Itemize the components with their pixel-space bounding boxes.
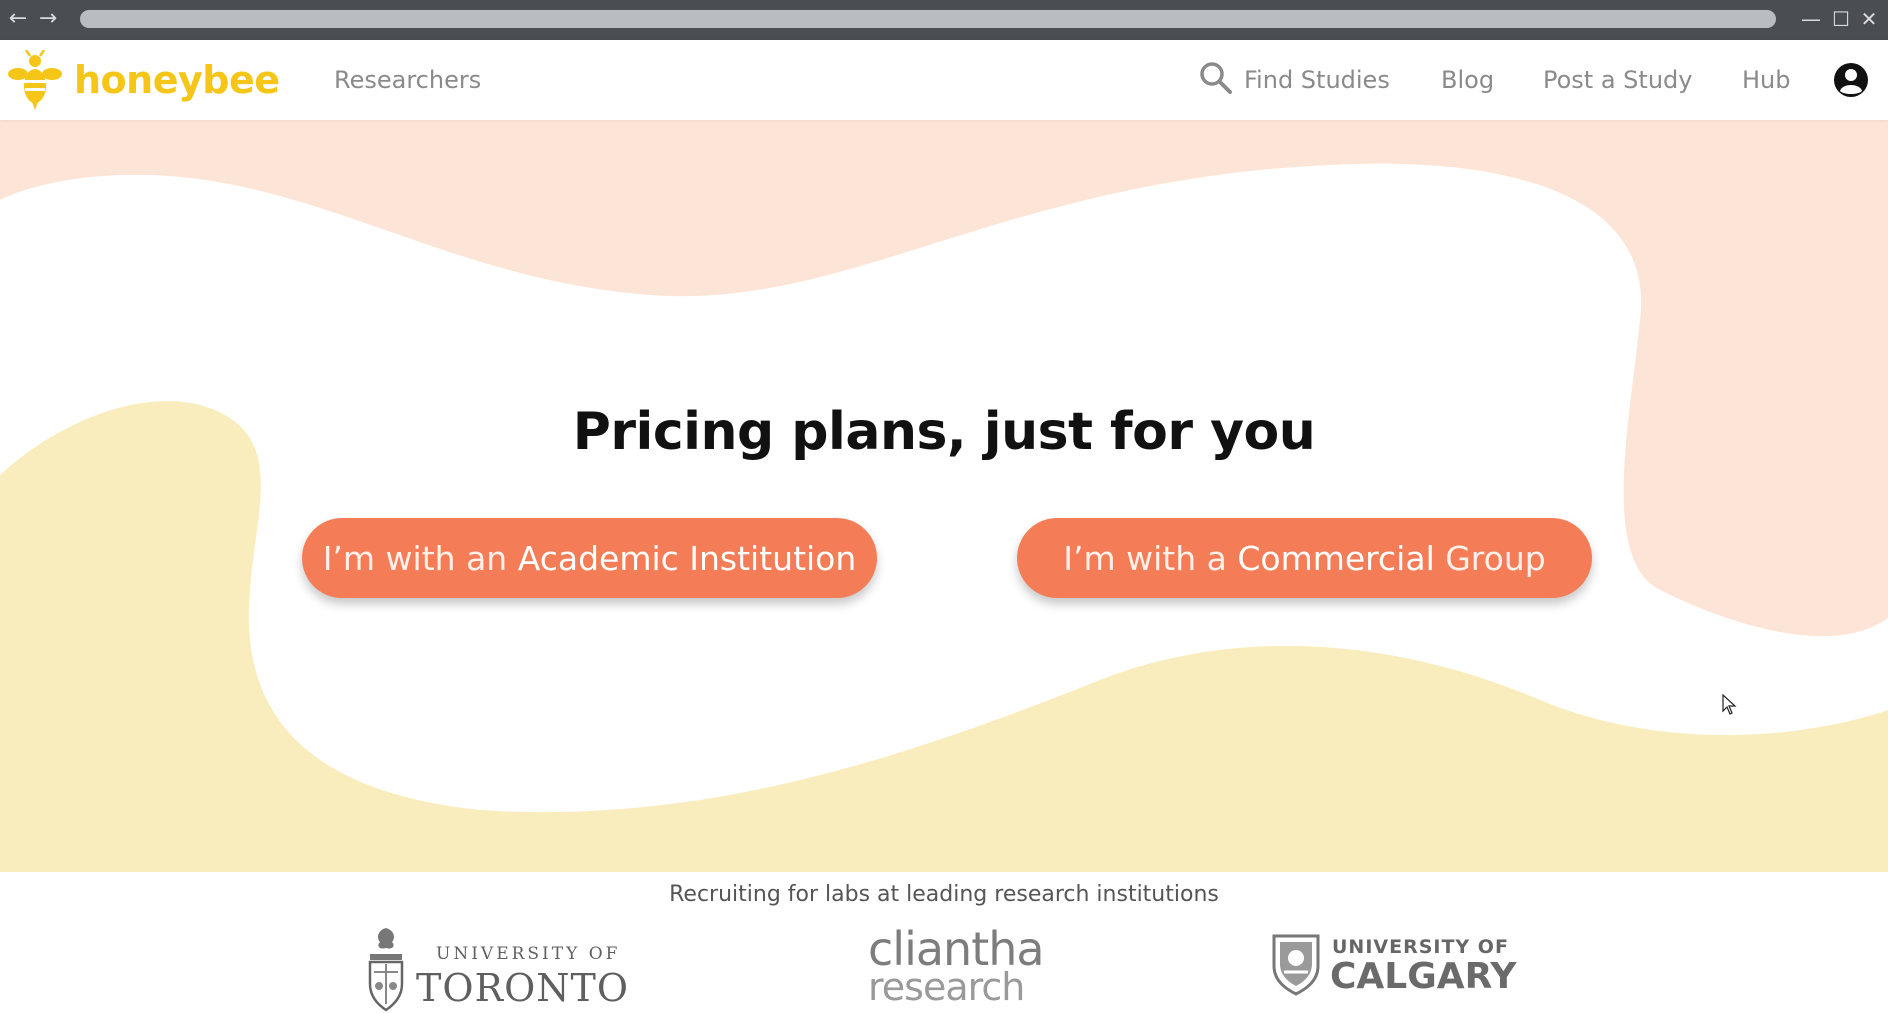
hero-background-blobs (0, 120, 1888, 872)
nav-blog[interactable]: Blog (1441, 40, 1494, 120)
calgary-line1: UNIVERSITY OF (1332, 936, 1509, 958)
institutions-strip: Recruiting for labs at leading research … (0, 872, 1888, 1014)
university-of-calgary-logo: UNIVERSITY OF CALGARY (1270, 924, 1516, 1014)
nav-find-studies[interactable]: Find Studies (1244, 40, 1390, 120)
mouse-cursor-icon (1722, 694, 1737, 715)
commercial-strong: Commercial (1237, 539, 1435, 578)
honeybee-logo[interactable]: honeybee (8, 50, 280, 110)
cliantha-line2: research (868, 965, 1025, 1009)
nav-researchers[interactable]: Researchers (334, 40, 481, 120)
logo-text: honeybee (74, 58, 280, 102)
nav-hub[interactable]: Hub (1742, 40, 1791, 120)
close-icon[interactable]: ✕ (1856, 6, 1882, 32)
page-title: Pricing plans, just for you (572, 401, 1316, 462)
forward-arrow-icon[interactable]: → (36, 7, 60, 31)
browser-chrome: ← → — ☐ ✕ (0, 0, 1888, 40)
institutions-caption: Recruiting for labs at leading research … (669, 882, 1219, 907)
search-icon[interactable] (1198, 60, 1234, 96)
site-header: honeybee Researchers Find Studies Blog P… (0, 40, 1888, 120)
bee-icon (8, 50, 62, 110)
academic-institution-button[interactable]: I’m with an Academic Institution (302, 518, 877, 598)
toronto-line1: UNIVERSITY OF (436, 944, 621, 964)
calgary-line2: CALGARY (1330, 956, 1517, 997)
commercial-suffix: Group (1434, 539, 1546, 578)
commercial-group-button[interactable]: I’m with a Commercial Group (1017, 518, 1592, 598)
university-of-toronto-logo: UNIVERSITY OF TORONTO (366, 924, 628, 1014)
toronto-line2: TORONTO (416, 966, 630, 1010)
nav-post-a-study[interactable]: Post a Study (1543, 40, 1692, 120)
academic-prefix: I’m with an (322, 539, 518, 578)
toronto-crest-icon (368, 928, 404, 1012)
academic-strong: Academic Institution (517, 539, 857, 578)
minimize-icon[interactable]: — (1798, 6, 1824, 32)
commercial-prefix: I’m with a (1063, 539, 1238, 578)
cliantha-research-logo: cliantha research (864, 924, 1054, 1014)
calgary-shield-icon (1272, 934, 1320, 996)
address-bar[interactable] (80, 10, 1776, 28)
user-circle-icon[interactable] (1832, 61, 1870, 99)
back-arrow-icon[interactable]: ← (6, 7, 30, 31)
maximize-icon[interactable]: ☐ (1828, 6, 1854, 32)
pricing-hero: Pricing plans, just for you I’m with an … (0, 120, 1888, 872)
